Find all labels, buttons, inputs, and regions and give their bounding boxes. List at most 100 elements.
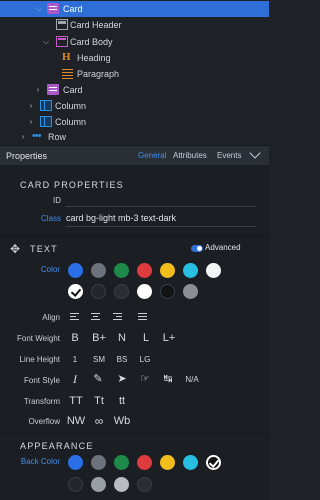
tree-item-label: Card bbox=[63, 85, 83, 95]
tab-events[interactable]: Events bbox=[217, 151, 241, 160]
color-swatch[interactable] bbox=[183, 455, 198, 470]
font-weight-lighter[interactable]: L+ bbox=[158, 332, 180, 344]
color-swatch[interactable] bbox=[114, 263, 129, 278]
advanced-toggle[interactable] bbox=[191, 245, 203, 252]
tree-item-heading[interactable]: H Heading bbox=[0, 50, 269, 66]
chevron-down-icon[interactable] bbox=[249, 147, 261, 159]
transform-lowercase[interactable]: tt bbox=[114, 395, 130, 407]
color-swatch[interactable] bbox=[183, 284, 198, 299]
overflow-nowrap[interactable]: NW bbox=[66, 415, 86, 427]
line-height-1[interactable]: 1 bbox=[68, 355, 82, 364]
font-style-na[interactable]: N/A bbox=[183, 375, 201, 384]
advanced-label: Advanced bbox=[205, 243, 241, 252]
column-icon bbox=[40, 116, 52, 127]
color-swatch[interactable] bbox=[68, 455, 83, 470]
section-divider bbox=[0, 235, 269, 236]
align-justify-icon[interactable] bbox=[138, 313, 148, 322]
tree-item-column[interactable]: › Column bbox=[0, 114, 269, 130]
tree-item-row[interactable]: › ••• Row bbox=[0, 129, 269, 145]
properties-panel: CARD PROPERTIES ID Class card bg-light m… bbox=[0, 165, 269, 500]
tree-item-label: Paragraph bbox=[77, 69, 120, 79]
color-swatch[interactable] bbox=[114, 455, 129, 470]
line-height-bs[interactable]: BS bbox=[114, 355, 130, 364]
align-left-icon[interactable] bbox=[70, 313, 80, 322]
align-right-icon[interactable] bbox=[113, 313, 123, 322]
chevron-right-icon[interactable]: › bbox=[26, 117, 36, 127]
transform-uppercase[interactable]: TT bbox=[66, 395, 86, 407]
font-weight-bolder[interactable]: B+ bbox=[88, 332, 110, 344]
font-weight-light[interactable]: L bbox=[138, 332, 154, 344]
color-swatch[interactable] bbox=[114, 477, 129, 492]
tree-item-column[interactable]: › Column bbox=[0, 98, 269, 114]
tree-item-card-header[interactable]: Card Header bbox=[0, 17, 269, 33]
hand-icon[interactable]: ☞ bbox=[137, 372, 153, 385]
color-swatch[interactable] bbox=[137, 263, 152, 278]
tree-item-label: Column bbox=[55, 117, 87, 127]
align-label: Align bbox=[42, 313, 60, 322]
color-swatch-selected[interactable] bbox=[68, 284, 83, 299]
id-label: ID bbox=[53, 196, 61, 205]
row-icon: ••• bbox=[32, 130, 42, 142]
color-swatch[interactable] bbox=[183, 263, 198, 278]
tree-item-card[interactable]: › Card bbox=[0, 82, 269, 98]
chevron-down-icon[interactable]: ⌵ bbox=[34, 4, 44, 14]
line-height-sm[interactable]: SM bbox=[90, 355, 108, 364]
id-field[interactable] bbox=[66, 193, 256, 207]
color-swatch[interactable] bbox=[91, 477, 106, 492]
properties-title: Properties bbox=[6, 151, 48, 161]
color-swatch[interactable] bbox=[206, 263, 221, 278]
color-swatch-selected[interactable] bbox=[206, 455, 221, 470]
heading-icon: H bbox=[62, 51, 71, 63]
chevron-right-icon[interactable]: › bbox=[33, 85, 43, 95]
overflow-infinite-icon[interactable]: ∞ bbox=[90, 414, 108, 428]
color-swatch[interactable] bbox=[68, 477, 83, 492]
align-center-icon[interactable] bbox=[91, 313, 101, 322]
section-divider bbox=[0, 433, 269, 434]
line-height-lg[interactable]: LG bbox=[136, 355, 154, 364]
card-properties-title: CARD PROPERTIES bbox=[20, 180, 124, 190]
font-weight-normal[interactable]: N bbox=[114, 332, 130, 344]
tree-item-paragraph[interactable]: Paragraph bbox=[0, 66, 269, 82]
tree-item-card-selected[interactable]: ⌵ Card bbox=[0, 1, 269, 17]
overflow-break-word[interactable]: Wb bbox=[112, 415, 132, 427]
tree-item-label: Card Body bbox=[70, 37, 113, 47]
italic-icon[interactable]: I bbox=[68, 372, 82, 387]
card-body-icon bbox=[56, 36, 68, 47]
chevron-right-icon[interactable]: › bbox=[18, 132, 28, 142]
chevron-down-icon[interactable]: ⌵ bbox=[41, 37, 51, 47]
color-swatch[interactable] bbox=[91, 284, 106, 299]
color-swatch[interactable] bbox=[91, 263, 106, 278]
outline-tree: ⌵ Card Card Header ⌵ Card Body H Heading… bbox=[0, 0, 269, 145]
color-swatch[interactable] bbox=[137, 455, 152, 470]
tree-item-label: Card bbox=[63, 4, 83, 14]
color-swatch[interactable] bbox=[114, 284, 129, 299]
font-weight-bold[interactable]: B bbox=[66, 332, 84, 344]
column-icon bbox=[40, 100, 52, 111]
color-swatch[interactable] bbox=[68, 263, 83, 278]
color-swatch[interactable] bbox=[137, 284, 152, 299]
tree-item-label: Card Header bbox=[70, 20, 122, 30]
font-style-label: Font Style bbox=[23, 376, 60, 385]
card-header-icon bbox=[56, 19, 68, 30]
color-swatch[interactable] bbox=[160, 263, 175, 278]
color-label: Color bbox=[40, 265, 60, 274]
tab-general[interactable]: General bbox=[138, 151, 166, 160]
tree-item-label: Column bbox=[55, 101, 87, 111]
tree-item-label: Heading bbox=[77, 53, 111, 63]
class-field[interactable]: card bg-light mb-3 text-dark bbox=[66, 213, 176, 223]
transform-capitalize[interactable]: Tt bbox=[90, 395, 108, 407]
color-swatch[interactable] bbox=[137, 477, 152, 492]
class-field-underline bbox=[66, 226, 256, 227]
chevron-right-icon[interactable]: › bbox=[26, 101, 36, 111]
tab-attributes[interactable]: Attributes bbox=[173, 151, 207, 160]
tree-item-label: Row bbox=[48, 132, 67, 142]
rocket-icon[interactable]: ➤ bbox=[114, 372, 130, 385]
properties-header: Properties General Attributes Events bbox=[0, 145, 269, 165]
text-direction-icon[interactable]: ↹ bbox=[160, 372, 176, 385]
tree-item-card-body[interactable]: ⌵ Card Body bbox=[0, 34, 269, 50]
pen-icon[interactable]: ✎ bbox=[90, 372, 106, 385]
color-swatch[interactable] bbox=[91, 455, 106, 470]
color-swatch[interactable] bbox=[160, 455, 175, 470]
card-icon bbox=[47, 3, 59, 14]
color-swatch[interactable] bbox=[160, 284, 175, 299]
